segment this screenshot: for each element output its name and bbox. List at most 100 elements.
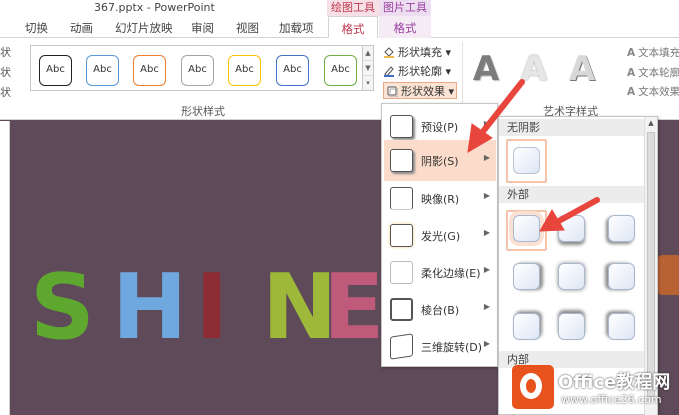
tab-picture-format[interactable]: 格式 <box>379 16 431 38</box>
shape-style-swatch[interactable]: Abc <box>276 55 309 86</box>
text-outline-icon: A <box>627 67 636 79</box>
shadow-outer-preset-6[interactable] <box>608 263 635 290</box>
shine-letter-e[interactable]: E <box>323 263 384 353</box>
menu-item-reflection[interactable]: 映像(R) ▶ <box>384 178 496 219</box>
text-outline-label: 文本轮廓 <box>638 67 679 79</box>
shine-letter-h[interactable]: H <box>112 263 187 353</box>
text-outline-button[interactable]: A 文本轮廓 <box>627 65 679 80</box>
ribbon-left-stub-3[interactable]: 状 <box>0 84 11 100</box>
shape-effects-menu: 预设(P) ▶ 阴影(S) ▶ 映像(R) ▶ 发光(G) ▶ 柔化边缘(E) … <box>381 103 498 367</box>
tab-animations[interactable]: 动画 <box>70 20 93 36</box>
menu-item-3d-rotation[interactable]: 三维旋转(D) ▶ <box>384 326 496 367</box>
gallery-scrollbar[interactable]: ▲ ▼ ▾ <box>362 45 374 91</box>
submenu-arrow-icon: ▶ <box>483 265 490 274</box>
shadow-outer-preset-4[interactable] <box>513 263 540 290</box>
watermark-url: www.office26.com <box>561 393 662 406</box>
submenu-arrow-icon: ▶ <box>483 228 490 237</box>
watermark: Office教程网 www.office26.com <box>512 363 679 415</box>
submenu-arrow-icon: ▶ <box>483 339 490 348</box>
text-fill-icon: A <box>627 47 636 59</box>
submenu-arrow-icon: ▶ <box>483 119 490 128</box>
text-effects-label: 文本效果 <box>638 86 679 98</box>
ribbon: 状 状 状 Abc Abc Abc Abc Abc Abc Abc ▲ ▼ ▾ … <box>0 38 679 120</box>
slide-image-edge <box>657 255 679 295</box>
text-fill-button[interactable]: A 文本填充 <box>627 45 679 60</box>
window-title: 367.pptx - PowerPoint <box>94 1 215 14</box>
gallery-down-icon[interactable]: ▼ <box>363 61 373 76</box>
menu-item-label: 棱台(B) <box>421 304 460 317</box>
text-effects-icon: A <box>627 86 636 98</box>
tab-drawing-format[interactable]: 格式 <box>328 16 378 39</box>
shape-fill-button[interactable]: 形状填充 ▾ <box>383 44 451 61</box>
slide-panel-strip <box>0 121 10 415</box>
shape-style-swatch[interactable]: Abc <box>133 55 166 86</box>
shadow-outer-preset-5[interactable] <box>558 263 585 290</box>
shadow-outer-preset-7[interactable] <box>513 313 540 340</box>
shadow-outer-preset-2[interactable] <box>558 215 585 242</box>
shape-style-swatch[interactable]: Abc <box>228 55 261 86</box>
shape-style-swatch[interactable]: Abc <box>181 55 214 86</box>
wordart-style-preset[interactable]: A <box>514 46 554 94</box>
picture-tools-context-label: 图片工具 <box>379 0 431 16</box>
submenu-arrow-icon: ▶ <box>483 302 490 311</box>
watermark-name: Office教程网 <box>558 372 671 393</box>
shape-effects-button[interactable]: 形状效果 ▾ <box>383 82 458 99</box>
shape-styles-group-label: 形状样式 <box>181 105 225 118</box>
reflection-icon <box>390 187 413 210</box>
shape-style-swatch[interactable]: Abc <box>324 55 357 86</box>
shape-style-swatch[interactable]: Abc <box>86 55 119 86</box>
menu-item-bevel[interactable]: 棱台(B) ▶ <box>384 289 496 330</box>
soft-edges-icon <box>390 261 413 284</box>
glow-icon <box>390 224 413 247</box>
menu-item-soft-edges[interactable]: 柔化边缘(E) ▶ <box>384 252 496 293</box>
shape-effects-icon <box>387 86 398 97</box>
no-shadow-option[interactable] <box>513 147 540 174</box>
wordart-style-preset[interactable]: A <box>562 46 602 94</box>
shadow-outer-preset-1[interactable] <box>513 215 540 242</box>
tab-addins[interactable]: 加载项 <box>279 20 314 36</box>
shape-outline-label: 形状轮廓 <box>398 65 442 78</box>
shape-fill-label: 形状填充 <box>398 46 442 59</box>
section-header-no-shadow: 无阴影 <box>499 119 645 136</box>
gallery-more-icon[interactable]: ▾ <box>363 76 373 91</box>
shape-outline-button[interactable]: 形状轮廓 ▾ <box>383 63 451 80</box>
submenu-arrow-icon: ▶ <box>483 191 490 200</box>
shine-letter-i[interactable]: I <box>195 263 235 353</box>
menu-item-label: 柔化边缘(E) <box>421 267 481 280</box>
shape-effects-label: 形状效果 <box>401 85 445 98</box>
menu-item-label: 三维旋转(D) <box>421 341 483 354</box>
section-header-outer: 外部 <box>499 186 645 203</box>
scroll-up-icon[interactable]: ▲ <box>645 117 657 130</box>
bevel-icon <box>390 298 413 321</box>
drawing-tools-context-label: 绘图工具 <box>327 0 379 16</box>
title-bar: 367.pptx - PowerPoint 绘图工具 图片工具 <box>0 0 679 16</box>
shine-letter-s[interactable]: S <box>30 263 95 353</box>
text-fill-label: 文本填充 <box>638 47 679 59</box>
shadow-outer-preset-3[interactable] <box>608 215 635 242</box>
menu-item-shadow[interactable]: 阴影(S) ▶ <box>384 140 496 181</box>
menu-item-glow[interactable]: 发光(G) ▶ <box>384 215 496 256</box>
preset-icon <box>390 115 413 138</box>
menu-item-label: 阴影(S) <box>421 155 459 168</box>
shadow-outer-preset-8[interactable] <box>558 313 585 340</box>
office-logo-icon <box>512 365 554 409</box>
paint-bucket-icon <box>384 47 394 58</box>
scroll-thumb[interactable] <box>647 132 655 397</box>
shadow-outer-preset-9[interactable] <box>608 313 635 340</box>
submenu-arrow-icon: ▶ <box>483 153 490 162</box>
tab-slideshow[interactable]: 幻灯片放映 <box>115 20 173 36</box>
gallery-up-icon[interactable]: ▲ <box>363 46 373 61</box>
wordart-style-preset[interactable]: A <box>466 46 506 94</box>
ribbon-left-stub-1[interactable]: 状 <box>0 44 11 60</box>
shape-styles-gallery: Abc Abc Abc Abc Abc Abc Abc <box>30 45 363 91</box>
pen-icon <box>384 66 394 77</box>
tab-transitions[interactable]: 切换 <box>25 20 48 36</box>
ribbon-tab-bar: 切换 动画 幻灯片放映 审阅 视图 加载项 格式 格式 <box>0 16 679 39</box>
ribbon-left-stub-2[interactable]: 状 <box>0 64 11 80</box>
tab-review[interactable]: 审阅 <box>191 20 214 36</box>
3d-rotation-icon <box>390 333 413 360</box>
shape-style-swatch[interactable]: Abc <box>39 55 72 86</box>
menu-item-label: 预设(P) <box>421 121 459 134</box>
tab-view[interactable]: 视图 <box>236 20 259 36</box>
text-effects-button[interactable]: A 文本效果 <box>627 84 679 99</box>
